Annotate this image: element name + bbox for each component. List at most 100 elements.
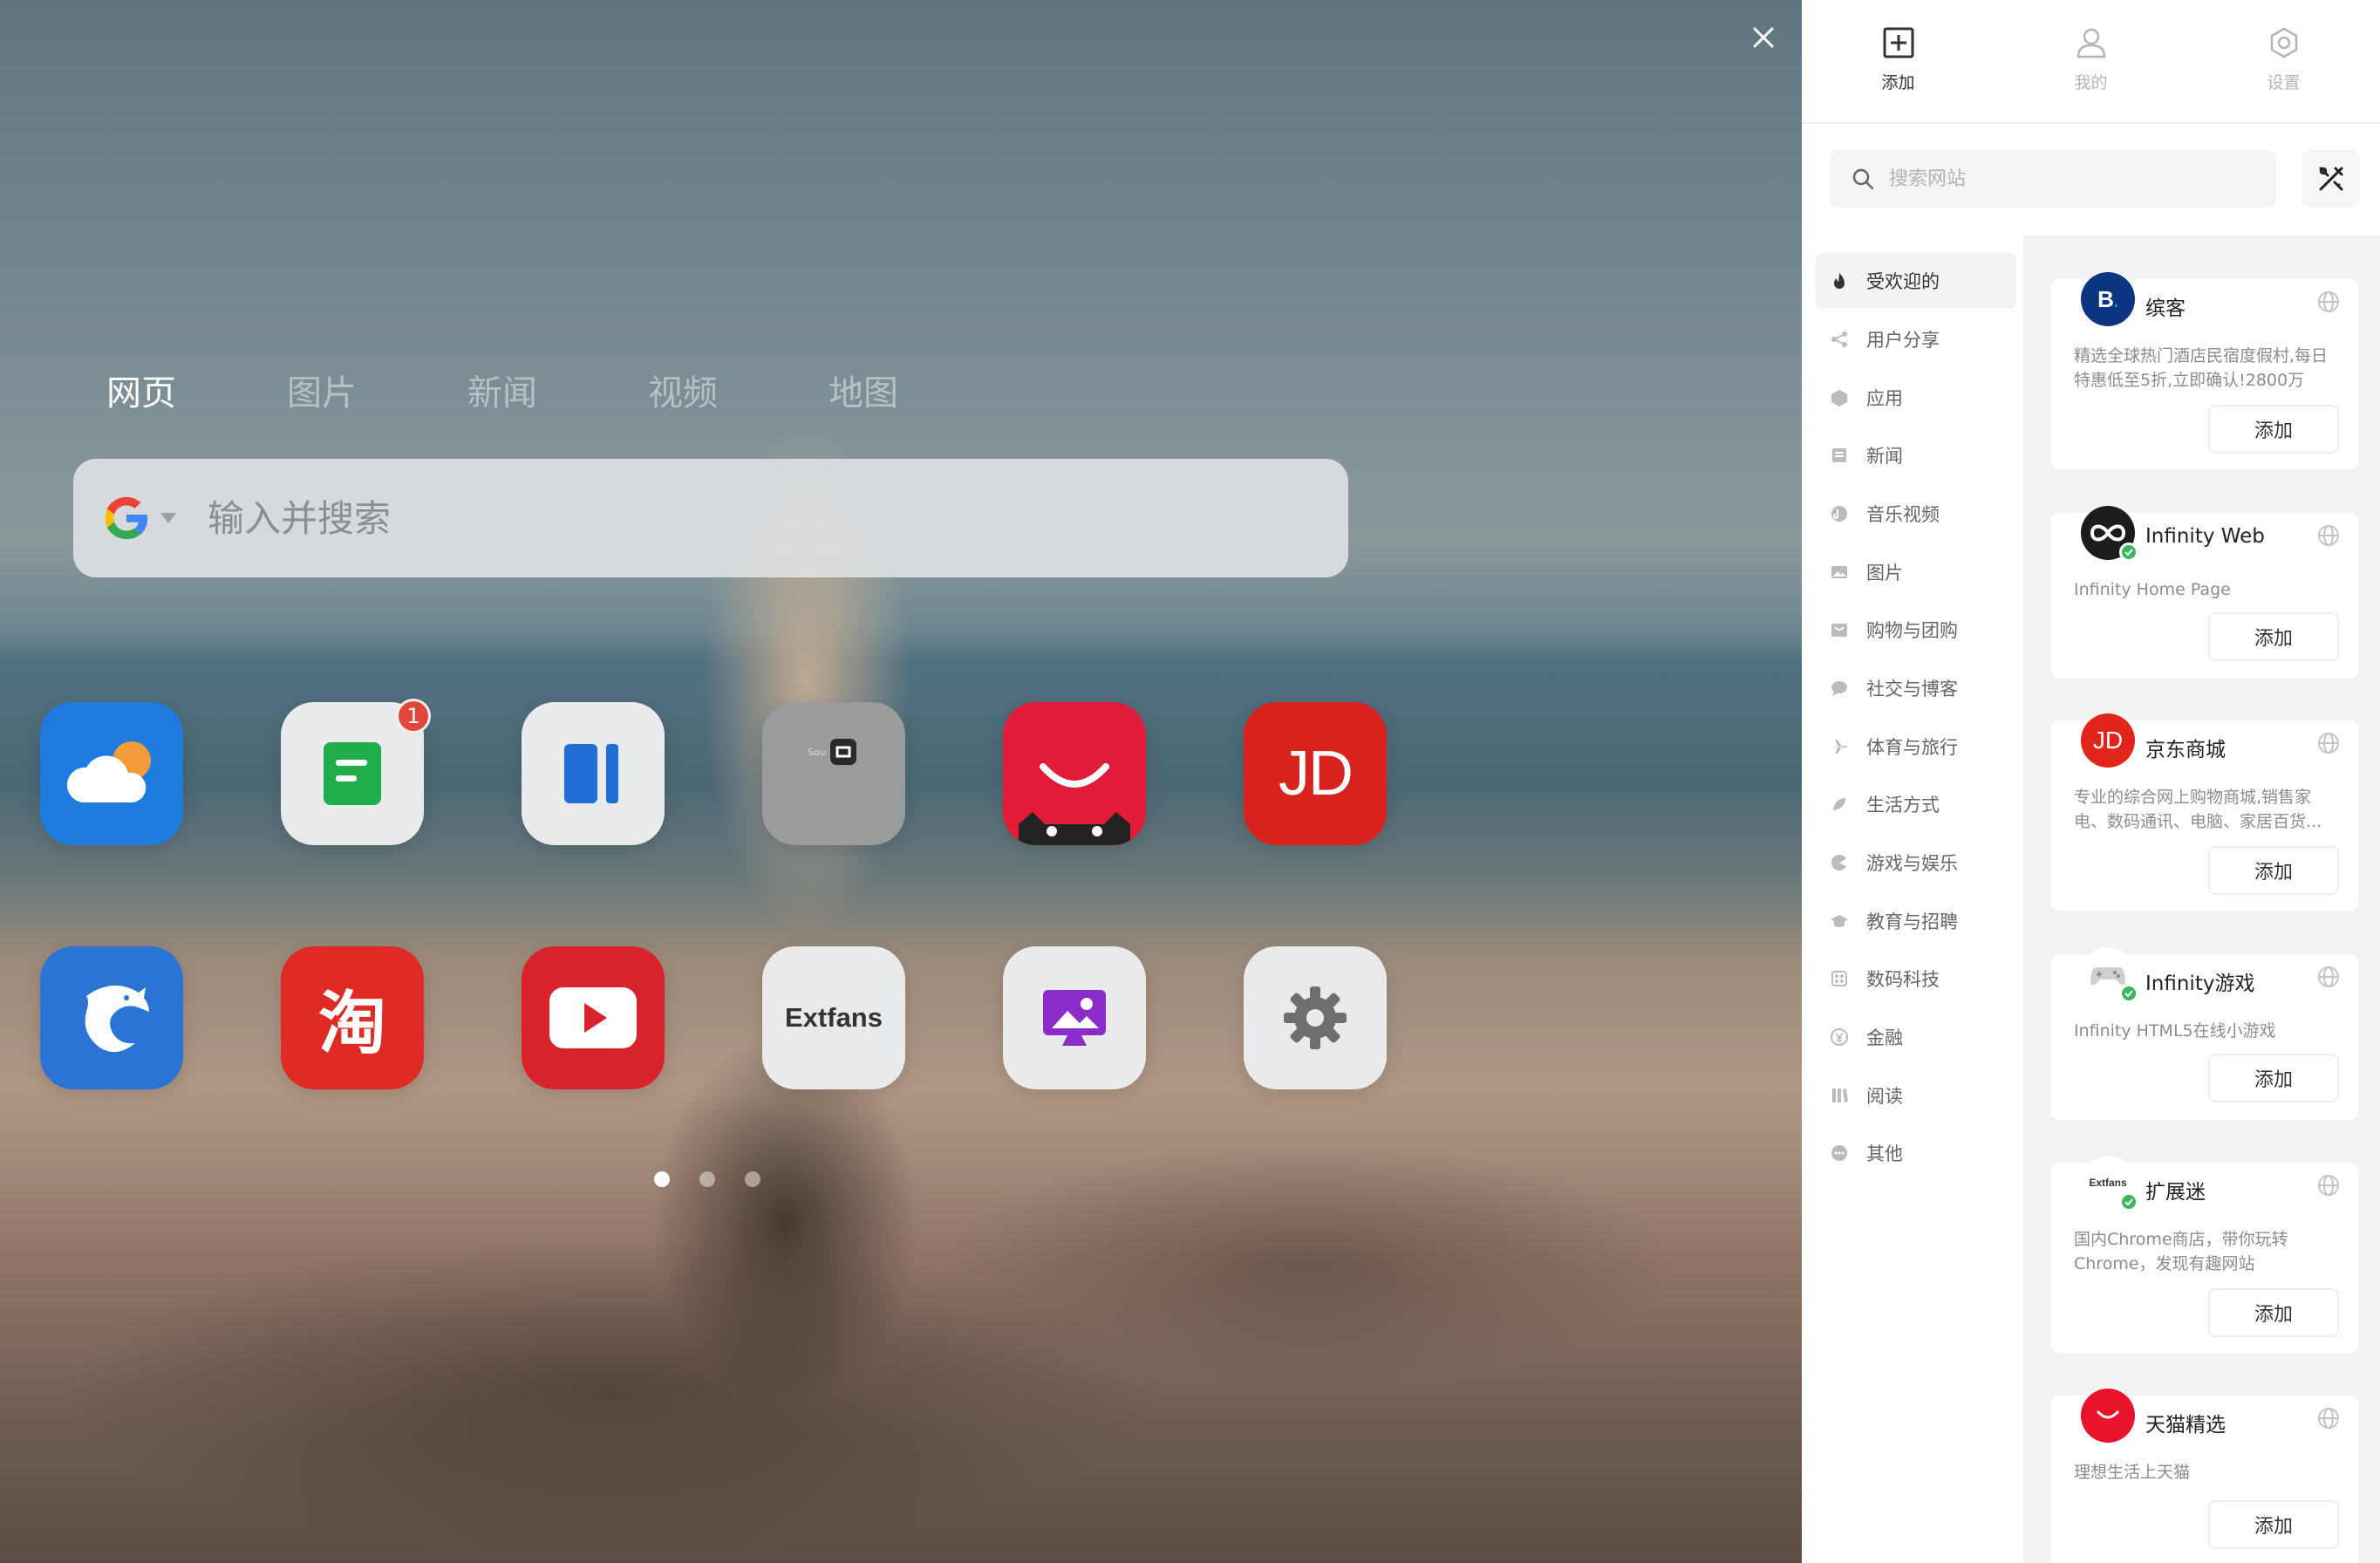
category-user-share[interactable]: 用户分享 — [1816, 311, 2016, 367]
tab-add-label: 添加 — [1881, 73, 1915, 92]
verified-check-icon — [2119, 1192, 2138, 1211]
category-social[interactable]: 社交与博客 — [1816, 660, 2016, 716]
globe-icon[interactable] — [2316, 965, 2341, 989]
extfans-app-label: Extfans — [785, 1002, 883, 1033]
google-icon — [105, 496, 148, 540]
category-popular[interactable]: 受欢迎的 — [1816, 253, 2016, 309]
tab-mine-label: 我的 — [2074, 73, 2108, 92]
page-dot-2[interactable] — [699, 1171, 715, 1187]
globe-icon[interactable] — [2316, 731, 2341, 755]
more-icon — [1831, 1145, 1847, 1161]
reading-icon — [1832, 1089, 1848, 1102]
category-music-video[interactable]: 音乐视频 — [1816, 486, 2016, 542]
tab-settings[interactable]: 设置 — [2187, 0, 2380, 122]
category-label: 游戏与娱乐 — [1866, 853, 1958, 874]
search-tab-web[interactable]: 网页 — [106, 365, 176, 415]
globe-icon[interactable] — [2316, 523, 2341, 548]
jd-app-label: JD — [1279, 739, 1354, 809]
svg-text:Sou: Sou — [808, 747, 826, 758]
category-list: 受欢迎的 用户分享 应用 新闻 音乐视频 图片 购物与团购 社交与博客 体育与旅… — [1802, 235, 2023, 1563]
chevron-down-icon — [160, 513, 176, 523]
category-images[interactable]: 图片 — [1816, 544, 2016, 600]
category-label: 受欢迎的 — [1866, 271, 1940, 292]
custom-site-button[interactable] — [2302, 150, 2360, 208]
category-news[interactable]: 新闻 — [1816, 427, 2016, 483]
search-tab-video[interactable]: 视频 — [648, 365, 718, 415]
page-dot-1[interactable] — [654, 1171, 670, 1187]
category-lifestyle[interactable]: 生活方式 — [1816, 776, 2016, 832]
globe-icon[interactable] — [2316, 290, 2341, 314]
search-tab-images[interactable]: 图片 — [287, 365, 357, 415]
category-other[interactable]: 其他 — [1816, 1125, 2016, 1181]
extfans-app-icon[interactable]: Extfans — [762, 946, 905, 1089]
category-games[interactable]: 游戏与娱乐 — [1816, 835, 2016, 891]
add-site-button[interactable]: 添加 — [2208, 1288, 2339, 1337]
taobao-app-icon[interactable]: 淘 — [281, 946, 424, 1089]
reader-app-icon[interactable] — [522, 702, 665, 845]
category-finance[interactable]: 金融 — [1816, 1009, 2016, 1065]
add-site-button[interactable]: 添加 — [2208, 612, 2339, 661]
search-input[interactable] — [208, 459, 1348, 577]
add-site-panel: 添加 我的 设置 搜索网站 受欢迎的 用户分享 应用 新闻 音乐视频 图片 购物… — [1802, 0, 2380, 1563]
youtube-app-icon[interactable] — [522, 946, 665, 1089]
tab-mine[interactable]: 我的 — [1995, 0, 2187, 122]
settings-app-icon[interactable] — [1244, 946, 1387, 1089]
weather-app-icon[interactable] — [40, 702, 183, 845]
category-tech[interactable]: 数码科技 — [1816, 951, 2016, 1007]
game-icon — [1831, 855, 1847, 870]
extfans-logo-icon: Extfans — [2081, 1156, 2138, 1211]
site-description: 精选全球热门酒店民宿度假村,每日特惠低至5折,立即确认!2800万全... — [2074, 346, 2329, 390]
category-label: 数码科技 — [1866, 969, 1940, 990]
user-icon — [2077, 28, 2105, 58]
verified-check-icon — [2119, 984, 2138, 1003]
globe-icon[interactable] — [2316, 1406, 2341, 1430]
shopping-icon — [1831, 624, 1847, 637]
category-education[interactable]: 教育与招聘 — [1816, 893, 2016, 949]
search-tab-maps[interactable]: 地图 — [829, 365, 898, 415]
dolphin-app-icon[interactable] — [40, 946, 183, 1089]
page-dot-3[interactable] — [745, 1171, 760, 1187]
fire-icon — [1834, 273, 1845, 289]
site-description: 理想生活上天猫 — [2074, 1463, 2191, 1482]
category-label: 用户分享 — [1866, 330, 1940, 351]
site-card-infinity-games: Infinity游戏 Infinity HTML5在线小游戏 添加 — [2051, 947, 2358, 1120]
tab-settings-label: 设置 — [2267, 73, 2301, 92]
verified-check-icon — [2119, 543, 2138, 562]
site-card-tmall: 天猫精选 理想生活上天猫 添加 — [2051, 1389, 2358, 1563]
chat-icon — [1831, 681, 1847, 696]
category-apps[interactable]: 应用 — [1816, 370, 2016, 426]
tmall-logo-icon — [2081, 1389, 2135, 1443]
jd-logo-icon: JD — [2081, 713, 2135, 768]
add-site-button[interactable]: 添加 — [2208, 1500, 2339, 1549]
site-description: 国内Chrome商店，带你玩转Chrome，发现有趣网站 — [2074, 1230, 2288, 1273]
search-type-tabs: 网页 图片 新闻 视频 地图 — [106, 365, 1009, 415]
category-label: 音乐视频 — [1866, 504, 1940, 525]
add-site-button[interactable]: 添加 — [2208, 405, 2339, 454]
site-card-booking: B. 缤客 精选全球热门酒店民宿度假村,每日特惠低至5折,立即确认!2800万全… — [2051, 272, 2358, 469]
add-site-button[interactable]: 添加 — [2208, 846, 2339, 895]
tmall-app-icon[interactable] — [1003, 702, 1146, 845]
site-name: 京东商城 — [2145, 739, 2226, 761]
app-folder-icon[interactable]: Sou — [762, 702, 905, 845]
globe-icon[interactable] — [2316, 1173, 2341, 1198]
add-site-button[interactable]: 添加 — [2208, 1054, 2339, 1102]
category-shopping[interactable]: 购物与团购 — [1816, 602, 2016, 658]
close-panel-button[interactable] — [1745, 19, 1782, 56]
jd-app-icon[interactable]: JD — [1244, 702, 1387, 845]
app-grid: 1 Sou JD 淘 Extfans — [40, 699, 1427, 1089]
search-tab-news[interactable]: 新闻 — [467, 365, 537, 415]
tab-add[interactable]: 添加 — [1802, 0, 1995, 122]
category-label: 社交与博客 — [1866, 679, 1958, 700]
category-label: 应用 — [1866, 388, 1903, 409]
infinity-logo-icon — [2081, 506, 2138, 562]
wallpaper-app-icon[interactable] — [1003, 946, 1146, 1089]
site-card-extfans: Extfans 扩展迷 国内Chrome商店，带你玩转Chrome，发现有趣网站… — [2051, 1156, 2358, 1353]
category-sports-travel[interactable]: 体育与旅行 — [1816, 719, 2016, 775]
tools-icon — [2319, 167, 2343, 191]
settings-hex-icon — [2270, 27, 2297, 58]
search-engine-selector[interactable] — [101, 493, 176, 543]
site-list: B. 缤客 精选全球热门酒店民宿度假村,每日特惠低至5折,立即确认!2800万全… — [2023, 235, 2380, 1563]
category-reading[interactable]: 阅读 — [1816, 1068, 2016, 1123]
site-search-input[interactable] — [1889, 167, 2276, 190]
search-icon — [1852, 168, 1874, 190]
